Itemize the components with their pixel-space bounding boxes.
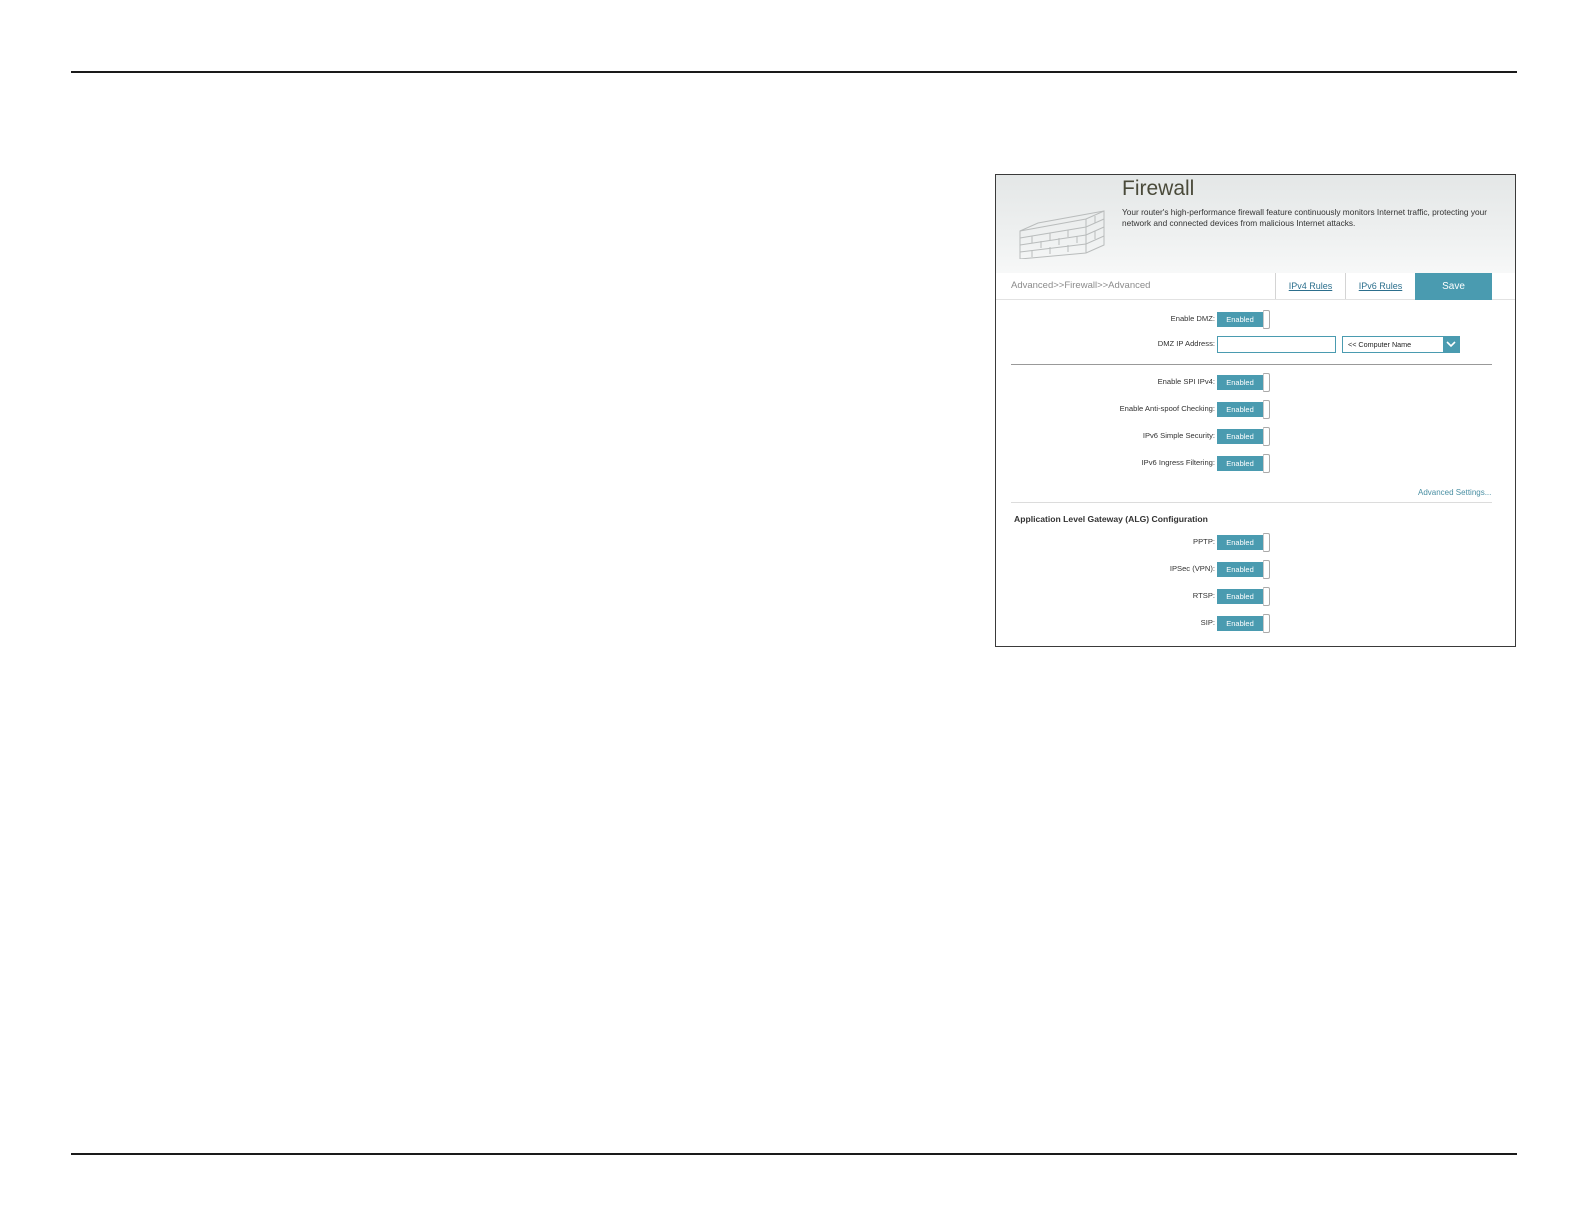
spi-ipv4-toggle[interactable]: Enabled [1217, 373, 1271, 392]
firewall-screenshot-panel: Firewall Your router's high-performance … [995, 174, 1516, 647]
spi-ipv4-label: Enable SPI IPv4: [1157, 377, 1215, 386]
toggle-state: Enabled [1217, 456, 1263, 471]
toggle-state: Enabled [1217, 589, 1263, 604]
dmz-ip-input[interactable] [1217, 336, 1336, 353]
computer-name-select-value: << Computer Name [1348, 340, 1412, 349]
nav-bar: Advanced>>Firewall>>Advanced IPv4 Rules … [996, 273, 1515, 300]
advanced-settings-link[interactable]: Advanced Settings... [1418, 488, 1491, 497]
anti-spoof-label: Enable Anti-spoof Checking: [1119, 404, 1215, 413]
section-divider [1011, 364, 1492, 365]
alg-ipsec-label: IPSec (VPN): [1169, 564, 1215, 573]
toggle-state: Enabled [1217, 616, 1263, 631]
toggle-knob[interactable] [1263, 400, 1270, 419]
toggle-state: Enabled [1217, 402, 1263, 417]
ipv6-simple-security-row: IPv6 Simple Security: Enabled [996, 426, 1515, 446]
toggle-knob[interactable] [1263, 533, 1270, 552]
alg-pptp-toggle[interactable]: Enabled [1217, 533, 1271, 552]
ipv6-simple-security-toggle[interactable]: Enabled [1217, 427, 1271, 446]
alg-sip-row: SIP: Enabled [996, 613, 1515, 633]
ipv6-ingress-filtering-toggle[interactable]: Enabled [1217, 454, 1271, 473]
toggle-knob[interactable] [1263, 587, 1270, 606]
toggle-knob[interactable] [1263, 310, 1270, 329]
chevron-down-icon[interactable] [1443, 337, 1459, 352]
ipv6-ingress-filtering-label: IPv6 Ingress Filtering: [1141, 458, 1215, 467]
toggle-state: Enabled [1217, 562, 1263, 577]
alg-sip-toggle[interactable]: Enabled [1217, 614, 1271, 633]
alg-rtsp-toggle[interactable]: Enabled [1217, 587, 1271, 606]
alg-section-title: Application Level Gateway (ALG) Configur… [1014, 514, 1208, 524]
toggle-knob[interactable] [1263, 614, 1270, 633]
toggle-state: Enabled [1217, 375, 1263, 390]
bottom-rule [71, 1153, 1517, 1155]
dmz-ip-label: DMZ IP Address: [1157, 339, 1215, 348]
spi-ipv4-row: Enable SPI IPv4: Enabled [996, 372, 1515, 392]
dmz-enable-toggle[interactable]: Enabled [1217, 310, 1271, 329]
alg-rtsp-label: RTSP: [1192, 591, 1215, 600]
dmz-ip-row: DMZ IP Address: << Computer Name [996, 334, 1515, 354]
tab-ipv4-rules[interactable]: IPv4 Rules [1275, 273, 1345, 299]
ipv6-simple-security-label: IPv6 Simple Security: [1142, 431, 1215, 440]
dmz-enable-label: Enable DMZ: [1170, 314, 1215, 323]
tab-ipv6-rules[interactable]: IPv6 Rules [1345, 273, 1415, 299]
ipv6-ingress-filtering-row: IPv6 Ingress Filtering: Enabled [996, 453, 1515, 473]
breadcrumb: Advanced>>Firewall>>Advanced [1011, 280, 1151, 291]
anti-spoof-toggle[interactable]: Enabled [1217, 400, 1271, 419]
section-divider [1011, 502, 1492, 503]
toggle-state: Enabled [1217, 535, 1263, 550]
alg-ipsec-row: IPSec (VPN): Enabled [996, 559, 1515, 579]
page-description: Your router's high-performance firewall … [1122, 207, 1487, 228]
toggle-knob[interactable] [1263, 560, 1270, 579]
alg-pptp-row: PPTP: Enabled [996, 532, 1515, 552]
header-banner: Firewall Your router's high-performance … [996, 175, 1515, 273]
toggle-state: Enabled [1217, 312, 1263, 327]
toggle-knob[interactable] [1263, 454, 1270, 473]
alg-rtsp-row: RTSP: Enabled [996, 586, 1515, 606]
computer-name-select[interactable]: << Computer Name [1342, 336, 1460, 353]
alg-ipsec-toggle[interactable]: Enabled [1217, 560, 1271, 579]
page-title: Firewall [1122, 177, 1195, 200]
top-rule [71, 71, 1517, 73]
toggle-state: Enabled [1217, 429, 1263, 444]
alg-sip-label: SIP: [1200, 618, 1215, 627]
anti-spoof-row: Enable Anti-spoof Checking: Enabled [996, 399, 1515, 419]
brick-wall-icon [1019, 210, 1105, 259]
save-button[interactable]: Save [1415, 273, 1492, 300]
dmz-enable-row: Enable DMZ: Enabled [996, 309, 1515, 329]
toggle-knob[interactable] [1263, 373, 1270, 392]
toggle-knob[interactable] [1263, 427, 1270, 446]
alg-pptp-label: PPTP: [1193, 537, 1215, 546]
